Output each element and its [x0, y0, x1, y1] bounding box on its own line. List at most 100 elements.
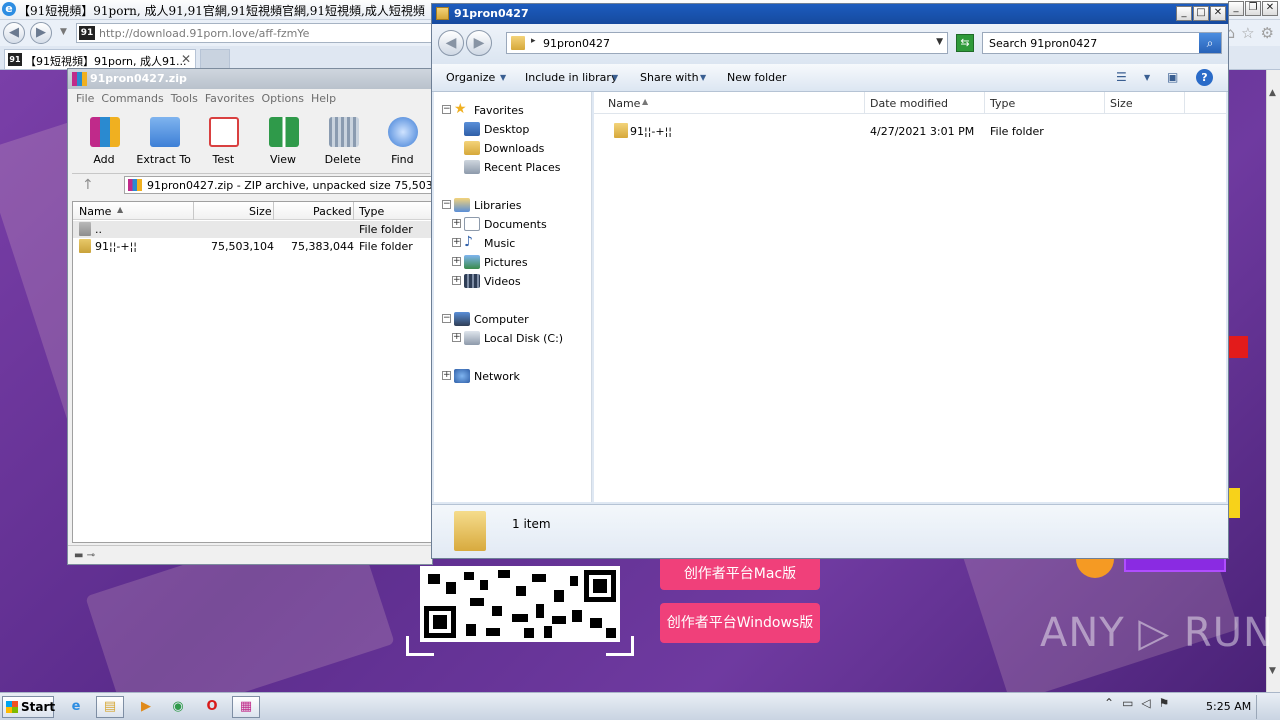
menu-favorites[interactable]: Favorites	[205, 89, 262, 109]
expand-icon[interactable]: +	[452, 238, 461, 247]
volume-icon[interactable]: ◁	[1141, 696, 1150, 710]
share-with-button[interactable]: Share with	[640, 71, 699, 84]
nav-videos[interactable]: + Videos	[452, 273, 592, 290]
nav-desktop[interactable]: Desktop	[464, 121, 592, 138]
collapse-icon[interactable]: −	[442, 105, 451, 114]
nav-recent-places[interactable]: Recent Places	[464, 159, 592, 176]
col-size[interactable]: Size	[1110, 97, 1133, 110]
search-input[interactable]: Search 91pron0427 ⌕	[982, 32, 1222, 54]
up-arrow-icon[interactable]: ↑	[82, 177, 94, 193]
browser-minimize-button[interactable]: _	[1228, 1, 1244, 16]
browser-close-button[interactable]: ✕	[1262, 1, 1278, 16]
menu-help[interactable]: Help	[311, 89, 343, 109]
delete-button[interactable]: Delete	[313, 113, 373, 169]
preview-pane-icon[interactable]: ▣	[1167, 70, 1178, 84]
chevron-right-icon[interactable]: ▸	[531, 36, 536, 46]
search-icon[interactable]: ⌕	[1199, 33, 1221, 53]
address-url[interactable]: http://download.91porn.love/aff-fzmYe	[99, 27, 309, 40]
scroll-down-icon[interactable]: ▼	[1269, 666, 1276, 676]
new-tab-button[interactable]	[200, 49, 230, 69]
network-icon	[454, 369, 470, 383]
new-folder-button[interactable]: New folder	[727, 71, 786, 84]
table-row[interactable]: .. File folder	[73, 221, 431, 238]
nav-computer[interactable]: − Computer	[442, 311, 592, 328]
explorer-taskbar-icon[interactable]: ▤	[96, 696, 124, 718]
test-button[interactable]: Test	[193, 113, 253, 169]
table-row[interactable]: 91¦¦-+¦¦ 75,503,104 75,383,044 File fold…	[73, 238, 431, 255]
col-name[interactable]: Name	[608, 97, 640, 110]
menu-file[interactable]: File	[76, 89, 101, 109]
address-bar[interactable]: 91 http://download.91porn.love/aff-fzmYe	[76, 23, 436, 43]
explorer-close-button[interactable]: ✕	[1210, 6, 1226, 21]
expand-icon[interactable]: +	[452, 257, 461, 266]
organize-button[interactable]: Organize	[446, 71, 495, 84]
media-player-taskbar-icon[interactable]: ▶	[132, 696, 160, 718]
start-button[interactable]: Start	[2, 696, 55, 718]
col-type[interactable]: Type	[990, 97, 1015, 110]
col-size[interactable]: Size	[249, 205, 272, 218]
row-packed: 75,383,044	[291, 240, 354, 253]
col-packed[interactable]: Packed	[313, 205, 352, 218]
extract-to-button[interactable]: Extract To	[134, 113, 194, 169]
tools-gear-icon[interactable]: ⚙	[1261, 24, 1274, 42]
winrar-taskbar-icon[interactable]: ▦	[232, 696, 260, 718]
libraries-icon	[454, 198, 470, 212]
ie-taskbar-icon[interactable]: e	[62, 696, 90, 718]
col-type[interactable]: Type	[359, 205, 384, 218]
expand-icon[interactable]: +	[452, 219, 461, 228]
nav-documents[interactable]: + Documents	[452, 216, 592, 233]
browser-restore-button[interactable]: ❐	[1245, 1, 1261, 16]
favorites-star-icon[interactable]: ☆	[1241, 24, 1254, 42]
find-button[interactable]: Find	[372, 113, 432, 169]
menu-tools[interactable]: Tools	[171, 89, 205, 109]
back-icon[interactable]: ◀	[438, 30, 464, 56]
history-dropdown-icon[interactable]: ▼	[60, 27, 67, 37]
windows-download-button[interactable]: 创作者平台Windows版	[660, 603, 820, 643]
nav-network[interactable]: + Network	[442, 368, 592, 385]
help-icon[interactable]: ?	[1196, 69, 1213, 86]
col-date-modified[interactable]: Date modified	[870, 97, 948, 110]
menu-options[interactable]: Options	[262, 89, 311, 109]
action-center-flag-icon[interactable]: ⚑	[1159, 696, 1170, 710]
clock[interactable]: 5:25 AM	[1206, 700, 1251, 713]
table-row[interactable]: 91¦¦-+¦¦ 4/27/2021 3:01 PM File folder	[594, 121, 1226, 141]
forward-icon[interactable]: ▶	[30, 22, 52, 44]
chevron-down-icon[interactable]: ▼	[936, 37, 943, 47]
back-icon[interactable]: ◀	[3, 22, 25, 44]
menu-commands[interactable]: Commands	[101, 89, 170, 109]
nav-downloads[interactable]: Downloads	[464, 140, 592, 157]
chevron-down-icon[interactable]: ▼	[1144, 73, 1150, 82]
yellow-badge	[1228, 488, 1240, 518]
expand-icon[interactable]: +	[452, 333, 461, 342]
add-button[interactable]: Add	[74, 113, 134, 169]
browser-tab[interactable]: 91 【91短視頻】91porn, 成人91... ✕	[4, 49, 196, 69]
archive-path-field[interactable]: 91pron0427.zip - ZIP archive, unpacked s…	[124, 176, 491, 194]
collapse-icon[interactable]: −	[442, 314, 451, 323]
nav-libraries[interactable]: − Libraries	[442, 197, 592, 214]
breadcrumb-item[interactable]: 91pron0427	[543, 37, 610, 50]
explorer-minimize-button[interactable]: _	[1176, 6, 1192, 21]
view-options-icon[interactable]: ☰	[1116, 70, 1127, 84]
nav-local-disk[interactable]: + Local Disk (C:)	[452, 330, 592, 347]
refresh-icon[interactable]: ⇆	[956, 34, 974, 52]
nav-music[interactable]: + ♪ Music	[452, 234, 592, 252]
expand-icon[interactable]: +	[442, 371, 451, 380]
page-scrollbar[interactable]: ▲ ▼	[1266, 70, 1280, 692]
nav-pictures[interactable]: + Pictures	[452, 254, 592, 271]
breadcrumb[interactable]: ▸ 91pron0427 ▼	[506, 32, 948, 54]
forward-icon[interactable]: ▶	[466, 30, 492, 56]
tab-close-icon[interactable]: ✕	[181, 52, 191, 66]
explorer-maximize-button[interactable]: □	[1193, 6, 1209, 21]
expand-icon[interactable]: +	[452, 276, 461, 285]
col-name[interactable]: Name	[79, 205, 111, 218]
collapse-icon[interactable]: −	[442, 200, 451, 209]
chrome-taskbar-icon[interactable]: ◉	[164, 696, 192, 718]
opera-taskbar-icon[interactable]: O	[198, 696, 226, 718]
include-in-library-button[interactable]: Include in library	[525, 71, 617, 84]
view-button[interactable]: View	[253, 113, 313, 169]
nav-favorites[interactable]: − ★ Favorites	[442, 101, 592, 119]
show-desktop-button[interactable]	[1256, 695, 1257, 719]
scroll-up-icon[interactable]: ▲	[1269, 88, 1276, 98]
monitor-icon[interactable]: ▭	[1122, 696, 1133, 710]
tray-expand-icon[interactable]: ⌃	[1104, 696, 1114, 710]
